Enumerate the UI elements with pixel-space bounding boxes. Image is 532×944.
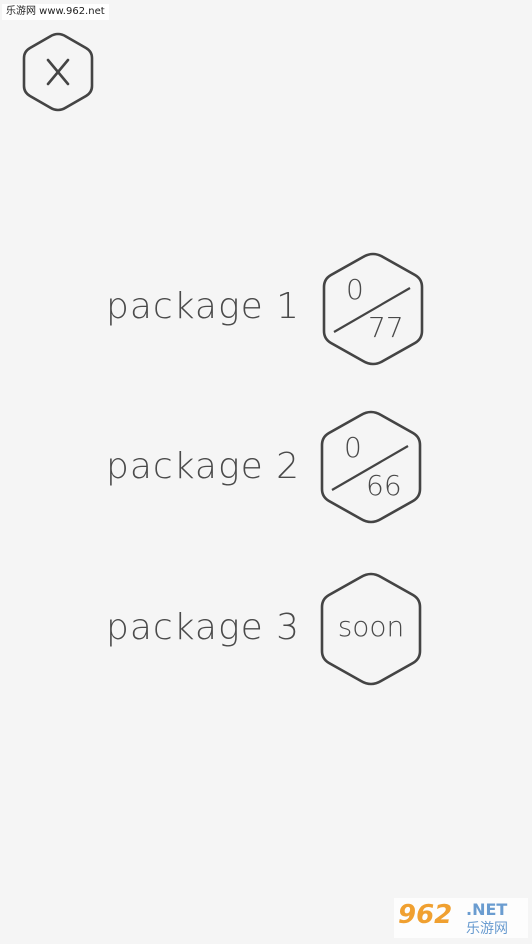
package-1-label: package 1 (106, 286, 301, 327)
package-1-badge[interactable]: 0 77 (318, 250, 428, 368)
package-2-total: 66 (366, 469, 402, 502)
package-2-label: package 2 (106, 446, 301, 487)
package-1-total: 77 (368, 311, 404, 344)
package-1-completed: 0 (346, 273, 364, 306)
close-button[interactable] (18, 30, 98, 114)
close-icon (22, 32, 94, 112)
package-3-badge[interactable]: soon (316, 570, 426, 688)
package-3-label: package 3 (106, 607, 301, 648)
watermark-domain: .NET (466, 900, 508, 919)
package-2-completed: 0 (344, 431, 362, 464)
hexagon-badge-icon (322, 252, 424, 366)
watermark-cn: 乐游网 (466, 921, 508, 937)
watermark-logo: 962 .NET 乐游网 (394, 898, 528, 938)
watermark-number: 962 (398, 900, 453, 930)
package-3-status: soon (337, 610, 405, 643)
package-2-badge[interactable]: 0 66 (316, 408, 426, 526)
watermark-top: 乐游网 www.962.net (2, 4, 109, 20)
hexagon-badge-icon (320, 410, 422, 524)
